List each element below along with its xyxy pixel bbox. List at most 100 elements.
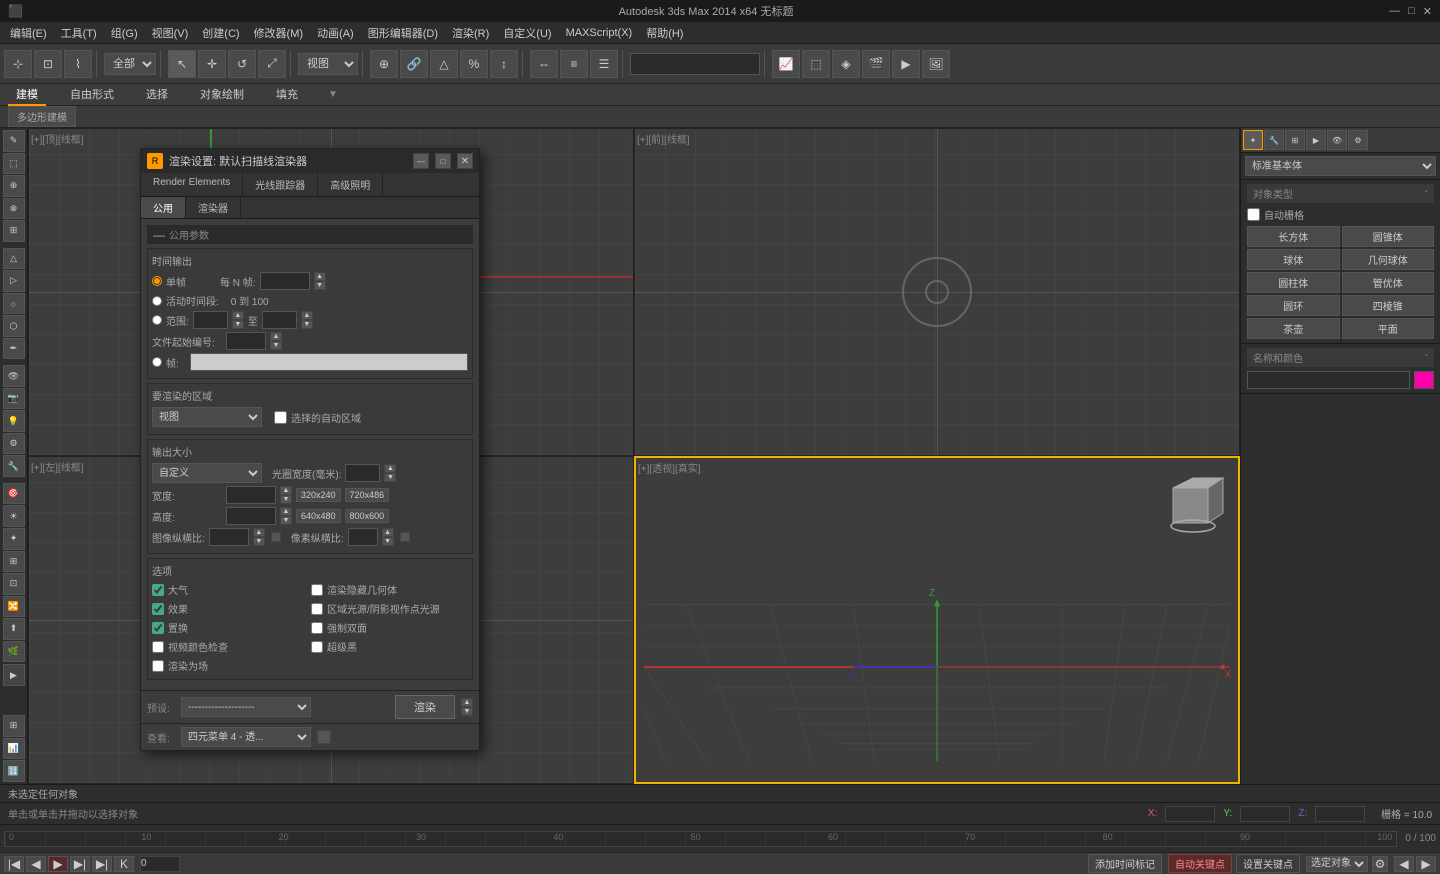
height-spinner[interactable]: ▲▼	[280, 507, 292, 525]
height-input[interactable]: 480	[226, 507, 276, 525]
render-setup[interactable]: 🎬	[862, 50, 890, 78]
range-radio[interactable]	[152, 315, 162, 325]
active-time-radio[interactable]	[152, 296, 162, 306]
left-btn-15[interactable]: 🔧	[3, 455, 25, 477]
auto-region-checkbox[interactable]	[274, 411, 287, 424]
shape-sphere[interactable]: 球体	[1247, 249, 1340, 270]
layer-mgr[interactable]: ☰	[590, 50, 618, 78]
render-hidden-check[interactable]	[311, 584, 323, 596]
polygon-modeling-btn[interactable]: 多边形建模	[8, 106, 76, 127]
y-coord[interactable]	[1240, 806, 1290, 822]
timeline-track[interactable]: 0102030405060708090100	[4, 831, 1397, 847]
left-btn-7[interactable]: ▷	[3, 270, 25, 292]
effects-check[interactable]	[152, 603, 164, 615]
material-editor[interactable]: ◈	[832, 50, 860, 78]
left-btn-13[interactable]: 💡	[3, 410, 25, 432]
aperture-input[interactable]: 36.0	[345, 464, 380, 482]
close-button[interactable]: ✕	[1423, 5, 1432, 18]
render-fields-check[interactable]	[152, 660, 164, 672]
select-object-tool[interactable]: ⊹	[4, 50, 32, 78]
force-2sided-check[interactable]	[311, 622, 323, 634]
ribbon-tab-modeling[interactable]: 建模	[8, 84, 46, 106]
display-icon[interactable]: 👁	[1327, 130, 1347, 150]
ribbon-tab-selection[interactable]: 选择	[138, 84, 176, 106]
render-area-select[interactable]: 视图	[152, 407, 262, 427]
shape-geosphere[interactable]: 几何球体	[1342, 249, 1435, 270]
displacement-check[interactable]	[152, 622, 164, 634]
lock-ratio-btn[interactable]	[271, 532, 281, 542]
play-btn[interactable]: ▶	[3, 664, 25, 686]
atmosphere-check[interactable]	[152, 584, 164, 596]
left-btn-18[interactable]: ✦	[3, 528, 25, 550]
viewport-front[interactable]: [+][前][线框]	[634, 128, 1240, 456]
left-btn-14[interactable]: ⚙	[3, 433, 25, 455]
menu-create[interactable]: 创建(C)	[196, 23, 245, 43]
left-btn-6[interactable]: △	[3, 248, 25, 270]
every-n-input[interactable]	[260, 272, 310, 290]
use-pivot[interactable]: ⊕	[370, 50, 398, 78]
mirror-tool[interactable]: ⇔	[530, 50, 558, 78]
output-custom-select[interactable]: 自定义	[152, 463, 262, 483]
select-rotate[interactable]: ↺	[228, 50, 256, 78]
preset-640x480[interactable]: 640x480	[296, 509, 341, 523]
left-btn-16[interactable]: 🎯	[3, 483, 25, 505]
snap-toggle[interactable]: 🔗	[400, 50, 428, 78]
viewport-select[interactable]: 视图	[298, 53, 358, 75]
left-btn-3[interactable]: ⊕	[3, 175, 25, 197]
hierarchy-icon[interactable]: ⊞	[1285, 130, 1305, 150]
left-btn-21[interactable]: 🔀	[3, 596, 25, 618]
shape-cone[interactable]: 圆锥体	[1342, 226, 1435, 247]
render-spinner[interactable]: ▲▼	[461, 698, 473, 716]
go-end-btn[interactable]: ▶|	[92, 856, 112, 872]
every-n-spinner[interactable]: ▲ ▼	[314, 272, 326, 290]
lasso-tool[interactable]: ⌇	[64, 50, 92, 78]
single-frame-radio[interactable]	[152, 276, 162, 286]
left-btn-11[interactable]: 👁	[3, 365, 25, 387]
prev-frame-btn[interactable]: ◀	[26, 856, 46, 872]
super-black-check[interactable]	[311, 641, 323, 653]
spinner-snap[interactable]: ↕	[490, 50, 518, 78]
next-key-btn[interactable]: ▶	[1416, 856, 1436, 872]
dialog-min-btn[interactable]: —	[413, 153, 429, 169]
left-btn-8[interactable]: ○	[3, 293, 25, 315]
file-start-spinner[interactable]: ▲▼	[270, 332, 282, 350]
modify-icon[interactable]: 🔧	[1264, 130, 1284, 150]
auto-grid-checkbox[interactable]	[1247, 208, 1260, 221]
select-move[interactable]: ✛	[198, 50, 226, 78]
set-key-btn[interactable]: 设置关键点	[1236, 854, 1300, 873]
video-color-check[interactable]	[152, 641, 164, 653]
frames-radio[interactable]	[152, 357, 162, 367]
menu-group[interactable]: 组(G)	[105, 23, 144, 43]
angle-snap[interactable]: △	[430, 50, 458, 78]
left-btn-extra[interactable]: 📊	[3, 738, 25, 760]
left-btn-4[interactable]: ⊗	[3, 198, 25, 220]
left-btn-10[interactable]: ✒	[3, 338, 25, 360]
viewport-perspective[interactable]: [+][透视][真实]	[634, 456, 1240, 784]
shape-tube[interactable]: 管优体	[1342, 272, 1435, 293]
render-frame[interactable]: 🖼	[922, 50, 950, 78]
left-btn-2[interactable]: ⬚	[3, 153, 25, 175]
named-selection[interactable]	[630, 53, 760, 75]
shape-cylinder[interactable]: 圆柱体	[1247, 272, 1340, 293]
left-btn-19[interactable]: ⊞	[3, 551, 25, 573]
left-btn-22[interactable]: ⬆	[3, 618, 25, 640]
range-end-input[interactable]: 100	[262, 311, 297, 329]
tab-render-elements[interactable]: Render Elements	[141, 173, 243, 196]
pixel-ratio-spinner[interactable]: ▲▼	[253, 528, 265, 546]
menu-animation[interactable]: 动画(A)	[311, 23, 360, 43]
ribbon-tab-object-paint[interactable]: 对象绘制	[192, 84, 252, 106]
create-icon[interactable]: ✦	[1243, 130, 1263, 150]
left-btn-extra2[interactable]: 🔢	[3, 760, 25, 782]
left-btn-20[interactable]: ⊡	[3, 573, 25, 595]
go-start-btn[interactable]: |◀	[4, 856, 24, 872]
menu-edit[interactable]: 编辑(E)	[4, 23, 53, 43]
menu-modifiers[interactable]: 修改器(M)	[248, 23, 310, 43]
menu-graph-editors[interactable]: 图形编辑器(D)	[362, 23, 444, 43]
x-coord[interactable]	[1165, 806, 1215, 822]
percent-snap[interactable]: %	[460, 50, 488, 78]
object-name-input[interactable]	[1247, 371, 1410, 389]
dialog-close-btn[interactable]: ✕	[457, 153, 473, 169]
key-filter-select[interactable]: 选定对象	[1306, 856, 1368, 872]
menu-maxscript[interactable]: MAXScript(X)	[560, 25, 639, 41]
frame-input[interactable]	[140, 856, 180, 872]
